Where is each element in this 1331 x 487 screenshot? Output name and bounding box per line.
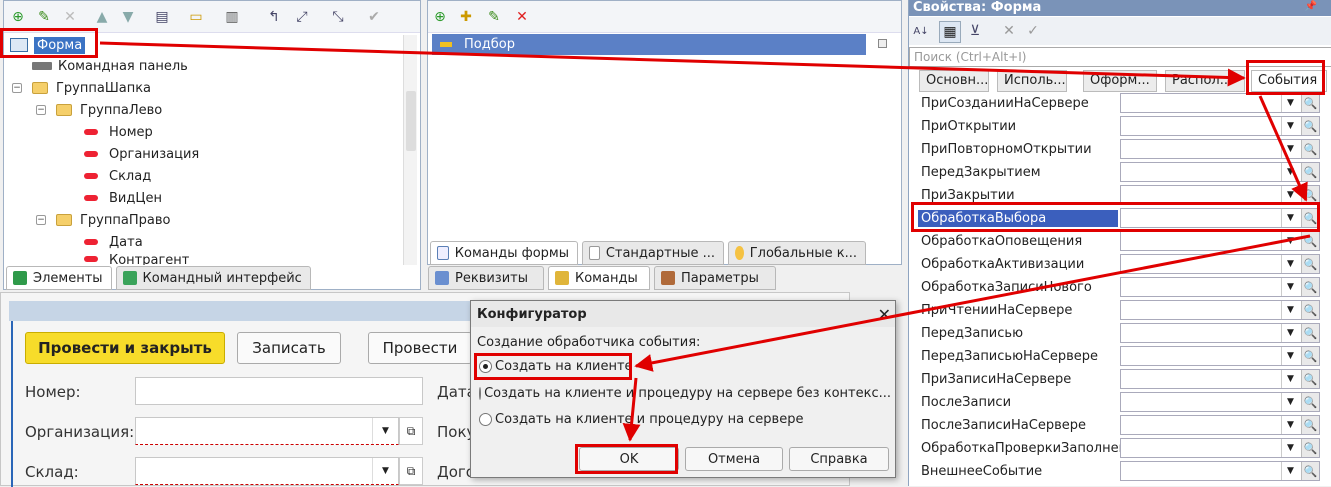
annotation-arrows [99,41,1311,442]
